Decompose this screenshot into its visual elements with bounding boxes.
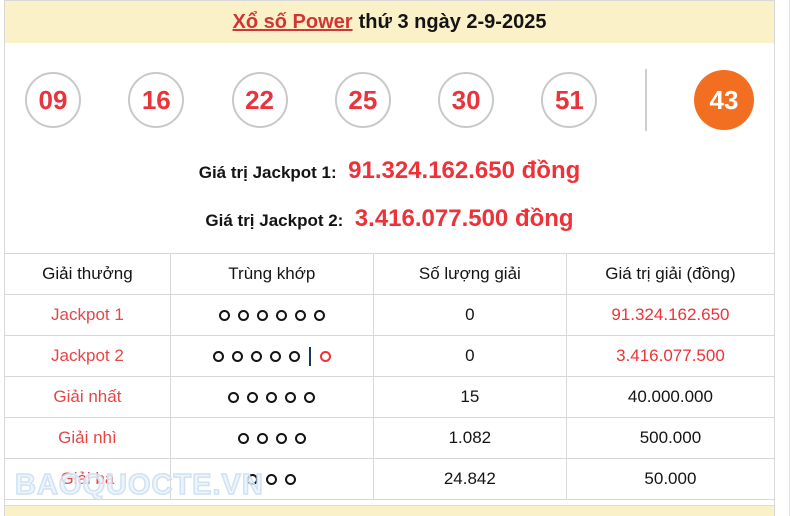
- jackpot1-value: 91.324.162.650 đồng: [348, 157, 581, 184]
- jackpot2-line: Giá trị Jackpot 2: 3.416.077.500 đồng: [5, 205, 774, 236]
- table-row: Giải nhất 15 40.000.000: [5, 376, 774, 418]
- jackpot2-label: Giá trị Jackpot 2:: [205, 211, 344, 230]
- jackpot1-line: Giá trị Jackpot 1: 91.324.162.650 đồng: [5, 157, 774, 188]
- prize-value-cell: 3.416.077.500: [565, 335, 774, 377]
- col-header-value: Giá trị giải (đồng): [565, 253, 774, 295]
- match-circle-icon: [237, 310, 249, 322]
- prize-name-cell: Jackpot 1: [5, 294, 171, 336]
- match-circle-icon: [256, 433, 268, 445]
- match-pattern-cell: [169, 417, 374, 459]
- match-circle-icon: [247, 392, 259, 404]
- match-circle-icon: [285, 474, 297, 486]
- draw-date-title: thứ 3 ngày 2-9-2025: [358, 10, 547, 33]
- match-circle-icon: [294, 310, 306, 322]
- table-row: Giải nhì 1.082 500.000: [5, 417, 774, 459]
- power-ball-divider: [644, 69, 647, 131]
- match-pattern-cell: [169, 294, 374, 336]
- prize-name-cell: Giải nhì: [5, 417, 171, 459]
- header-bar: Xổ số Power thứ 3 ngày 2-9-2025: [5, 1, 774, 43]
- match-circle-icon: [231, 351, 243, 362]
- prize-name-cell: Giải nhất: [5, 376, 171, 418]
- footer-bar: [5, 505, 774, 516]
- table-row: Giải ba 24.842 50.000: [5, 458, 774, 500]
- match-circle-icon: [294, 433, 306, 445]
- power-match-circle-icon: [319, 351, 331, 362]
- match-pattern-cell: [169, 335, 374, 377]
- jackpot2-value: 3.416.077.500 đồng: [354, 205, 574, 232]
- main-ball: 22: [231, 72, 288, 128]
- prize-value-cell: 40.000.000: [565, 376, 774, 418]
- match-circle-icon: [228, 392, 240, 404]
- prize-table-header-row: Giải thưởng Trùng khớp Số lượng giải Giá…: [5, 253, 774, 295]
- match-circle-icon: [313, 310, 325, 322]
- match-circle-icon: [247, 474, 259, 486]
- winner-count-cell: 24.842: [372, 458, 567, 500]
- match-circle-icon: [266, 474, 278, 486]
- prize-value-cell: 500.000: [565, 417, 774, 459]
- prize-name-cell: Giải ba: [5, 458, 171, 500]
- winning-numbers-row: 09 16 22 25 30 51 43: [5, 43, 774, 157]
- power-lottery-link[interactable]: Xổ số Power: [233, 11, 353, 34]
- prize-table-body: Jackpot 1 0 91.324.162.650 Jackpot 2 0 3.416.…: [5, 294, 774, 500]
- table-row: Jackpot 1 0 91.324.162.650: [5, 294, 774, 336]
- prize-table: Giải thưởng Trùng khớp Số lượng giải Giá…: [5, 253, 774, 500]
- lottery-results-panel: Xổ số Power thứ 3 ngày 2-9-2025 09 16 22 25…: [4, 0, 775, 516]
- col-header-count: Số lượng giải: [372, 253, 567, 295]
- match-circle-icon: [218, 310, 230, 322]
- match-circle-icon: [250, 351, 262, 362]
- prize-value-cell: 50.000: [565, 458, 774, 500]
- prize-value-cell: 91.324.162.650: [565, 294, 774, 336]
- table-row: Jackpot 2 0 3.416.077.500: [5, 335, 774, 377]
- prize-name-cell: Jackpot 2: [5, 335, 171, 377]
- main-ball: 51: [541, 72, 598, 128]
- power-ball: 43: [693, 70, 754, 130]
- main-ball: 09: [25, 72, 81, 128]
- match-circle-icon: [304, 392, 316, 404]
- winner-count-cell: 1.082: [372, 417, 567, 459]
- match-separator: [308, 347, 311, 366]
- col-header-prize: Giải thưởng: [5, 253, 171, 295]
- match-pattern-cell: [169, 458, 374, 500]
- match-circle-icon: [269, 351, 281, 362]
- match-circle-icon: [288, 351, 300, 362]
- main-ball: 30: [438, 72, 495, 128]
- main-ball: 16: [128, 72, 185, 128]
- main-ball: 25: [334, 72, 391, 128]
- match-circle-icon: [212, 351, 224, 362]
- match-pattern-cell: [169, 376, 374, 418]
- match-circle-icon: [275, 310, 287, 322]
- match-circle-icon: [256, 310, 268, 322]
- winner-count-cell: 15: [372, 376, 567, 418]
- match-circle-icon: [285, 392, 297, 404]
- match-circle-icon: [275, 433, 287, 445]
- jackpot1-label: Giá trị Jackpot 1:: [198, 163, 337, 182]
- match-circle-icon: [266, 392, 278, 404]
- winner-count-cell: 0: [372, 294, 567, 336]
- match-circle-icon: [237, 433, 249, 445]
- winner-count-cell: 0: [372, 335, 567, 377]
- col-header-match: Trùng khớp: [169, 253, 374, 295]
